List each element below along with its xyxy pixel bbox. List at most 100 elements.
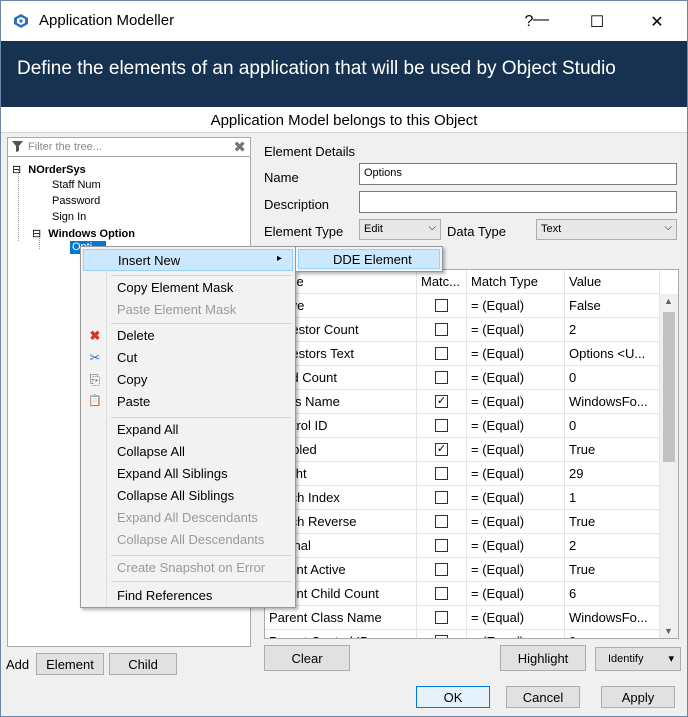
add-child-button[interactable]: Child bbox=[109, 653, 177, 675]
match-type-cell[interactable]: = (Equal) bbox=[467, 630, 565, 638]
table-row[interactable]: Class Name ✓ = (Equal) WindowsFo... bbox=[265, 390, 660, 414]
column-header-match-type[interactable]: Match Type bbox=[467, 270, 565, 294]
minimize-button[interactable]: — bbox=[521, 5, 561, 35]
menu-item-find-references[interactable]: Find References bbox=[83, 585, 293, 607]
value-cell[interactable]: 6 bbox=[565, 582, 660, 606]
match-type-cell[interactable]: = (Equal) bbox=[467, 558, 565, 582]
table-row[interactable]: Ancestors Text = (Equal) Options <U... bbox=[265, 342, 660, 366]
tree-node-staff-num[interactable]: Staff Num bbox=[52, 179, 101, 191]
value-cell[interactable]: 2 bbox=[565, 534, 660, 558]
match-checkbox[interactable] bbox=[435, 611, 448, 624]
match-checkbox[interactable] bbox=[435, 587, 448, 600]
clear-filter-icon[interactable]: ✖ bbox=[233, 138, 246, 156]
menu-item-collapse-all-descendants[interactable]: Collapse All Descendants bbox=[83, 529, 293, 551]
match-type-cell[interactable]: = (Equal) bbox=[467, 342, 565, 366]
maximize-button[interactable]: ☐ bbox=[577, 7, 617, 37]
name-input[interactable]: Options bbox=[359, 163, 677, 185]
value-cell[interactable]: 0 bbox=[565, 630, 660, 638]
value-cell[interactable]: 1 bbox=[565, 486, 660, 510]
match-checkbox[interactable] bbox=[435, 563, 448, 576]
menu-item-expand-all[interactable]: Expand All bbox=[83, 419, 293, 441]
identify-button[interactable]: Identify ▾ bbox=[595, 647, 681, 671]
attributes-grid[interactable]: Name Matc... Match Type Value Active= (E… bbox=[264, 269, 679, 639]
value-cell[interactable]: Options <U... bbox=[565, 342, 660, 366]
match-checkbox[interactable] bbox=[435, 539, 448, 552]
menu-item-collapse-all-siblings[interactable]: Collapse All Siblings bbox=[83, 485, 293, 507]
table-row[interactable]: Height= (Equal)29 bbox=[265, 462, 660, 486]
match-type-cell[interactable]: = (Equal) bbox=[467, 462, 565, 486]
match-checkbox[interactable] bbox=[435, 323, 448, 336]
match-checkbox[interactable] bbox=[435, 347, 448, 360]
match-checkbox[interactable]: ✓ bbox=[435, 395, 448, 408]
match-type-cell[interactable]: = (Equal) bbox=[467, 438, 565, 462]
table-row[interactable]: Match Index = (Equal) 1 bbox=[265, 486, 660, 510]
menu-item-paste[interactable]: 📋 Paste bbox=[83, 391, 293, 413]
table-row[interactable]: Parent Control ID = (Equal)0 bbox=[265, 630, 660, 638]
table-row[interactable]: Control ID = (Equal) 0 bbox=[265, 414, 660, 438]
description-input[interactable] bbox=[359, 191, 677, 213]
match-type-cell[interactable]: = (Equal) bbox=[467, 318, 565, 342]
value-cell[interactable]: False bbox=[565, 294, 660, 318]
value-cell[interactable]: True bbox=[565, 510, 660, 534]
table-row[interactable]: Parent Child Count = (Equal) 6 bbox=[265, 582, 660, 606]
match-type-cell[interactable]: = (Equal) bbox=[467, 606, 565, 630]
clear-button[interactable]: Clear bbox=[264, 645, 350, 671]
table-row[interactable]: Parent Class Name = (Equal) WindowsFo... bbox=[265, 606, 660, 630]
menu-item-expand-all-descendants[interactable]: Expand All Descendants bbox=[83, 507, 293, 529]
match-checkbox[interactable] bbox=[435, 635, 448, 638]
apply-button[interactable]: Apply bbox=[601, 686, 675, 708]
value-cell[interactable]: WindowsFo... bbox=[565, 606, 660, 630]
tree-node-norder-sys[interactable]: ⊟ NOrderSys bbox=[12, 163, 86, 176]
column-header-match[interactable]: Matc... bbox=[417, 270, 467, 294]
menu-item-copy[interactable]: ⎘ Copy bbox=[83, 369, 293, 391]
grid-scrollbar[interactable]: ▲ ▼ bbox=[660, 294, 678, 638]
table-row[interactable]: Active= (Equal)False bbox=[265, 294, 660, 318]
menu-item-insert-new[interactable]: Insert New ▸ bbox=[83, 249, 293, 271]
menu-item-dde-element[interactable]: DDE Element bbox=[298, 249, 440, 269]
match-type-cell[interactable]: = (Equal) bbox=[467, 366, 565, 390]
menu-item-paste-element-mask[interactable]: Paste Element Mask bbox=[83, 299, 293, 321]
menu-item-delete[interactable]: ✖ Delete bbox=[83, 325, 293, 347]
dropdown-arrow-icon[interactable]: ▾ bbox=[668, 652, 674, 665]
table-row[interactable]: Ordinal= (Equal)2 bbox=[265, 534, 660, 558]
value-cell[interactable]: True bbox=[565, 438, 660, 462]
value-cell[interactable]: 29 bbox=[565, 462, 660, 486]
element-type-select[interactable]: Edit ⌵ bbox=[359, 219, 441, 240]
match-checkbox[interactable] bbox=[435, 467, 448, 480]
scroll-up-icon[interactable]: ▲ bbox=[664, 296, 673, 306]
match-checkbox[interactable] bbox=[435, 515, 448, 528]
tree-node-password[interactable]: Password bbox=[52, 195, 100, 207]
menu-item-cut[interactable]: ✂ Cut bbox=[83, 347, 293, 369]
match-type-cell[interactable]: = (Equal) bbox=[467, 294, 565, 318]
highlight-button[interactable]: Highlight bbox=[500, 645, 586, 671]
match-checkbox[interactable] bbox=[435, 371, 448, 384]
value-cell[interactable]: 0 bbox=[565, 414, 660, 438]
table-row[interactable]: Enabled✓= (Equal)True bbox=[265, 438, 660, 462]
close-button[interactable]: ✕ bbox=[637, 7, 677, 37]
match-checkbox[interactable] bbox=[435, 299, 448, 312]
menu-item-copy-element-mask[interactable]: Copy Element Mask bbox=[83, 277, 293, 299]
collapse-toggle-icon[interactable]: ⊟ bbox=[12, 164, 21, 176]
add-element-button[interactable]: Element bbox=[36, 653, 104, 675]
table-row[interactable]: Child Count = (Equal) 0 bbox=[265, 366, 660, 390]
table-row[interactable]: Parent Active = (Equal) True bbox=[265, 558, 660, 582]
cancel-button[interactable]: Cancel bbox=[506, 686, 580, 708]
value-cell[interactable]: WindowsFo... bbox=[565, 390, 660, 414]
menu-item-create-snapshot[interactable]: Create Snapshot on Error bbox=[83, 557, 293, 579]
value-cell[interactable]: True bbox=[565, 558, 660, 582]
column-header-value[interactable]: Value bbox=[565, 270, 660, 294]
collapse-toggle-icon[interactable]: ⊟ bbox=[32, 228, 41, 240]
match-type-cell[interactable]: = (Equal) bbox=[467, 582, 565, 606]
scroll-down-icon[interactable]: ▼ bbox=[664, 626, 673, 636]
match-type-cell[interactable]: = (Equal) bbox=[467, 486, 565, 510]
tree-node-sign-in[interactable]: Sign In bbox=[52, 211, 86, 223]
match-checkbox[interactable] bbox=[435, 491, 448, 504]
menu-item-collapse-all[interactable]: Collapse All bbox=[83, 441, 293, 463]
ok-button[interactable]: OK bbox=[416, 686, 490, 708]
table-row[interactable]: Match Reverse = (Equal) True bbox=[265, 510, 660, 534]
match-checkbox[interactable] bbox=[435, 419, 448, 432]
tree-node-windows-option[interactable]: ⊟ Windows Option bbox=[32, 227, 135, 240]
value-cell[interactable]: 0 bbox=[565, 366, 660, 390]
table-row[interactable]: Ancestor Count = (Equal) 2 bbox=[265, 318, 660, 342]
data-type-select[interactable]: Text ⌵ bbox=[536, 219, 677, 240]
